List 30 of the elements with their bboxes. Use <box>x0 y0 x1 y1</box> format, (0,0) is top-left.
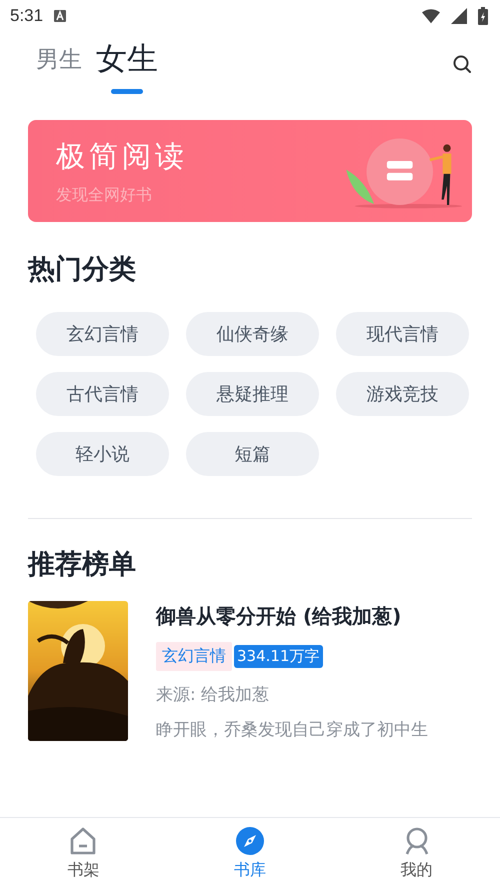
category-chip[interactable]: 轻小说 <box>36 432 169 476</box>
book-source: 来源: 给我加葱 <box>156 684 270 706</box>
search-icon[interactable] <box>452 54 472 74</box>
battery-icon <box>478 7 488 25</box>
tab[interactable]: 女生 <box>96 38 158 94</box>
category-chip[interactable]: 玄幻言情 <box>36 312 169 356</box>
nav-tab[interactable]: 书架 <box>0 818 167 888</box>
banner-subtitle: 发现全网好书 <box>56 184 153 206</box>
nav-tab[interactable]: 我的 <box>333 818 500 888</box>
section-title: 推荐榜单 <box>28 548 137 582</box>
category-chip[interactable]: 现代言情 <box>336 312 469 356</box>
book-intro: 睁开眼，乔桑发现自己穿成了初中生 <box>156 719 428 741</box>
tab[interactable]: 男生 <box>36 44 82 89</box>
wifi-icon <box>422 8 440 24</box>
category-chip[interactable]: 仙侠奇缘 <box>186 312 319 356</box>
category-chip[interactable]: 短篇 <box>186 432 319 476</box>
banner-title: 极简阅读 <box>56 138 189 174</box>
keyboard-icon <box>53 9 68 23</box>
house-icon <box>68 826 98 856</box>
compass-icon <box>235 826 265 856</box>
category-chip[interactable]: 悬疑推理 <box>186 372 319 416</box>
status-time: 5:31 <box>10 6 44 26</box>
category-chip[interactable]: 古代言情 <box>36 372 169 416</box>
book-title[interactable]: 御兽从零分开始 (给我加葱) <box>156 603 428 630</box>
genre-tag: 玄幻言情 <box>156 642 232 671</box>
section-title: 热门分类 <box>28 253 137 287</box>
signal-icon <box>450 8 468 24</box>
category-chip[interactable]: 游戏竞技 <box>336 372 469 416</box>
nav-tab[interactable]: 书库 <box>166 818 334 888</box>
word-count-tag: 334.11万字 <box>234 645 322 668</box>
